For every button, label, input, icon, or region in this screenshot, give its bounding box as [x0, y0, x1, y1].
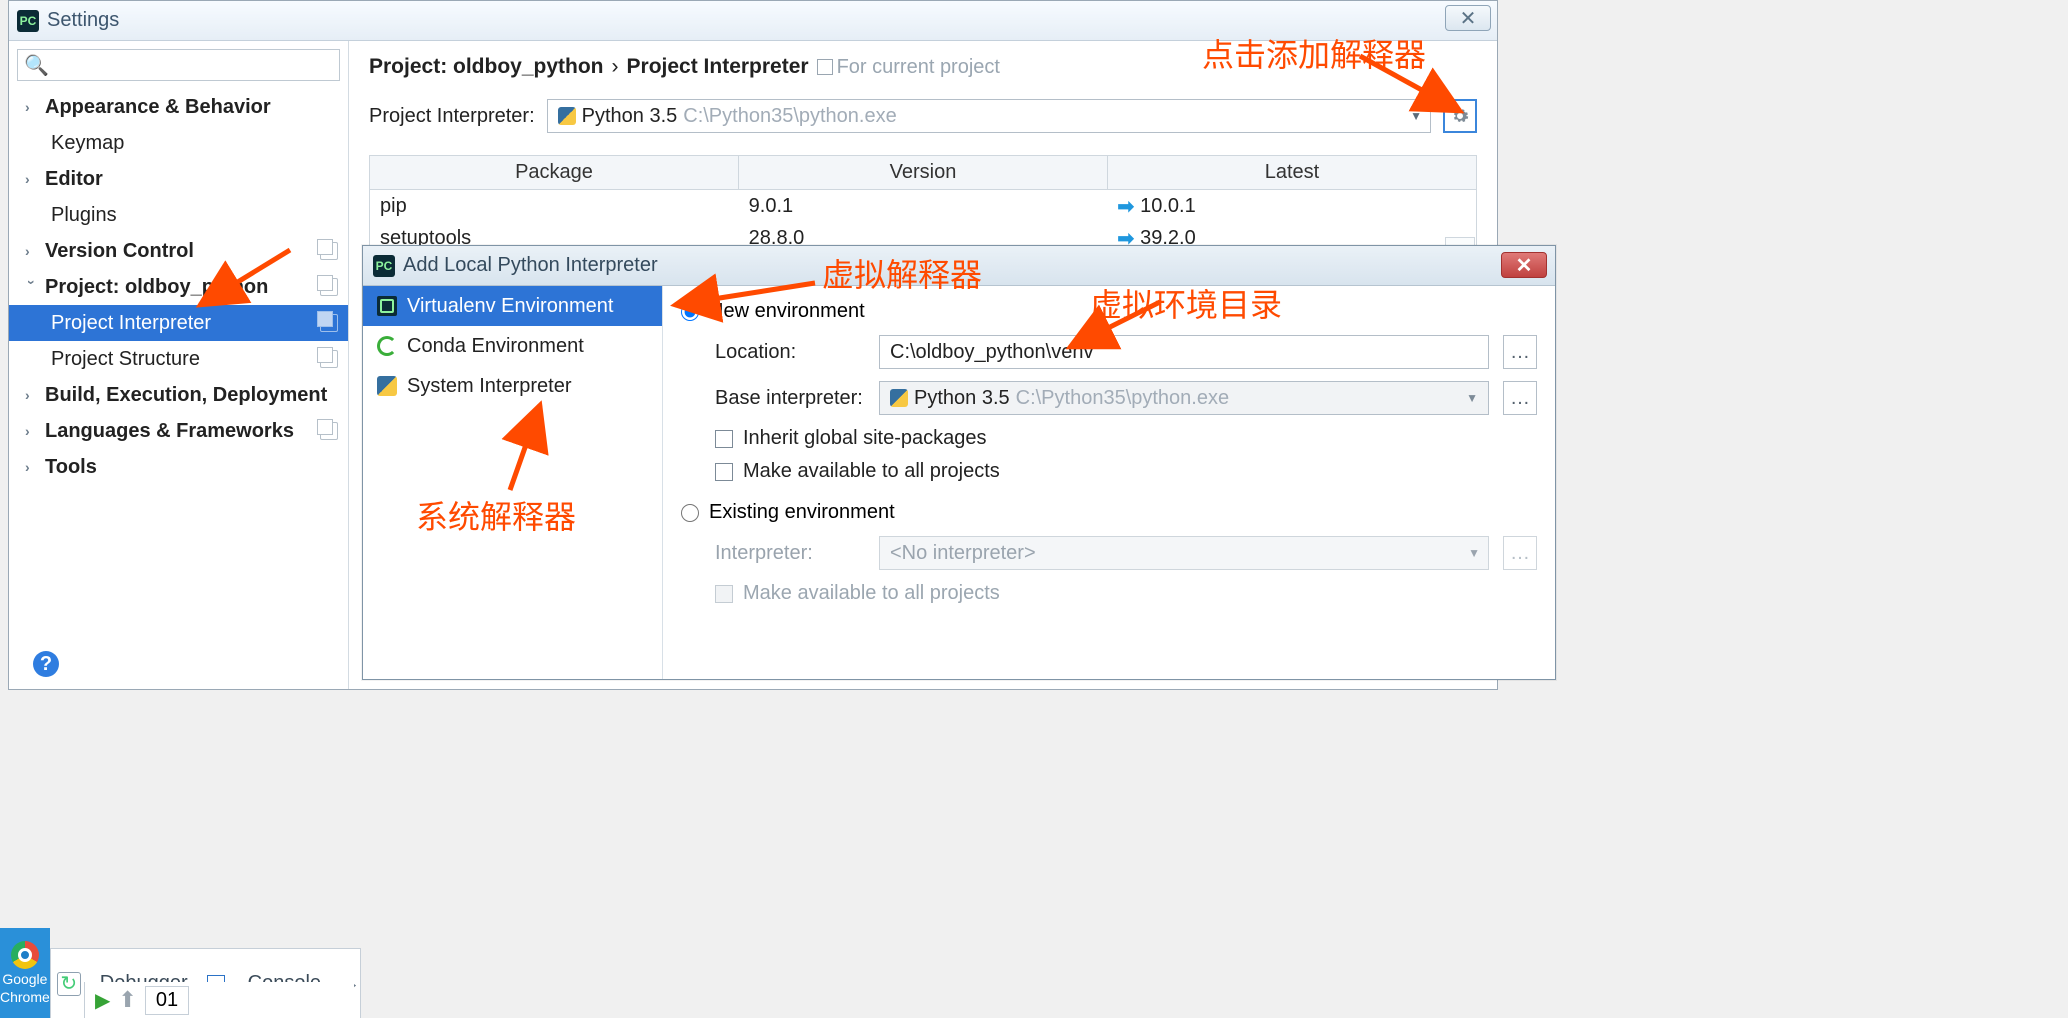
label-make-available-existing: Make available to all projects: [743, 582, 1000, 605]
option-conda[interactable]: Conda Environment: [363, 326, 662, 366]
arrow-icon: [1360, 56, 1480, 126]
breadcrumb-project: Project: oldboy_python: [369, 55, 604, 79]
python-icon: [558, 107, 576, 125]
tree-build[interactable]: ›Build, Execution, Deployment: [9, 377, 348, 413]
python-icon: [890, 389, 908, 407]
upgrade-icon: ➡: [1117, 194, 1134, 219]
arrow-icon: [665, 275, 825, 315]
search-input[interactable]: [53, 55, 333, 76]
settings-title: Settings: [47, 9, 119, 32]
radio-existing-env[interactable]: [681, 504, 699, 522]
python-icon: [377, 376, 397, 396]
interp-select[interactable]: Python 3.5 C:\Python35\python.exe ▼: [547, 99, 1431, 133]
tree-tools[interactable]: ›Tools: [9, 449, 348, 485]
dialog-titlebar: PC Add Local Python Interpreter ✕: [363, 246, 1555, 286]
conda-icon: [377, 336, 397, 356]
option-virtualenv[interactable]: Virtualenv Environment: [363, 286, 662, 326]
tree-project-structure[interactable]: Project Structure: [9, 341, 348, 377]
rerun-icon[interactable]: ↻: [57, 972, 81, 996]
pycharm-icon: PC: [17, 10, 39, 32]
dialog-title: Add Local Python Interpreter: [403, 254, 658, 277]
frame-number: 01: [145, 986, 189, 1015]
scope-icon: [320, 314, 338, 332]
scope-icon: [320, 422, 338, 440]
ide-bottom-controls: ▶ ⬆ 01: [84, 982, 354, 1018]
browse-base-button[interactable]: …: [1503, 381, 1537, 415]
label-base-interp: Base interpreter:: [715, 387, 865, 410]
browse-location-button[interactable]: …: [1503, 335, 1537, 369]
label-existing-env: Existing environment: [709, 501, 895, 524]
checkbox-make-available-existing: [715, 585, 733, 603]
arrow-icon: [1060, 302, 1170, 362]
breadcrumb: Project: oldboy_python › Project Interpr…: [369, 55, 1477, 79]
step-icon[interactable]: ⬆: [118, 987, 136, 1013]
interp-label: Project Interpreter:: [369, 105, 535, 128]
chevron-down-icon: ▼: [1466, 391, 1478, 405]
dialog-close-button[interactable]: ✕: [1501, 252, 1547, 278]
scope-icon: [320, 242, 338, 260]
existing-interp-select: <No interpreter> ▼: [879, 536, 1489, 570]
pycharm-icon: PC: [373, 255, 395, 277]
col-version[interactable]: Version: [739, 156, 1108, 189]
col-latest[interactable]: Latest: [1108, 156, 1476, 189]
label-location: Location:: [715, 341, 865, 364]
checkbox-make-available[interactable]: [715, 463, 733, 481]
tree-keymap[interactable]: Keymap: [9, 125, 348, 161]
scope-icon: [320, 278, 338, 296]
search-icon: 🔍: [24, 53, 49, 78]
virtualenv-icon: [377, 296, 397, 316]
close-button[interactable]: ✕: [1445, 5, 1491, 31]
tree-editor[interactable]: ›Editor: [9, 161, 348, 197]
label-interp: Interpreter:: [715, 542, 865, 565]
package-table: Package Version Latest pip 9.0.1 ➡10.0.1…: [369, 155, 1477, 255]
base-interp-select[interactable]: Python 3.5 C:\Python35\python.exe ▼: [879, 381, 1489, 415]
location-field[interactable]: C:\oldboy_python\venv: [879, 335, 1489, 369]
scope-icon: [817, 59, 833, 75]
tree-appearance[interactable]: ›Appearance & Behavior: [9, 89, 348, 125]
chrome-icon: [11, 941, 39, 969]
settings-titlebar: PC Settings ✕: [9, 1, 1497, 41]
label-make-available: Make available to all projects: [743, 460, 1000, 483]
arrow-icon: [500, 400, 560, 500]
label-inherit: Inherit global site-packages: [743, 427, 986, 450]
table-row[interactable]: pip 9.0.1 ➡10.0.1: [370, 190, 1476, 222]
sidebar-search[interactable]: 🔍: [17, 49, 340, 81]
breadcrumb-scope: For current project: [837, 56, 1000, 79]
chrome-shortcut[interactable]: Google Chrome: [0, 928, 50, 1018]
chevron-down-icon: ▼: [1468, 546, 1480, 560]
scope-icon: [320, 350, 338, 368]
breadcrumb-page: Project Interpreter: [627, 55, 809, 79]
checkbox-inherit[interactable]: [715, 430, 733, 448]
col-package[interactable]: Package: [370, 156, 739, 189]
help-button[interactable]: ?: [33, 651, 59, 677]
settings-sidebar: 🔍 ›Appearance & Behavior Keymap ›Editor …: [9, 41, 349, 689]
tree-plugins[interactable]: Plugins: [9, 197, 348, 233]
arrow-icon: [190, 250, 300, 320]
resume-icon[interactable]: ▶: [95, 988, 110, 1013]
tree-lang[interactable]: ›Languages & Frameworks: [9, 413, 348, 449]
browse-existing-button: …: [1503, 536, 1537, 570]
